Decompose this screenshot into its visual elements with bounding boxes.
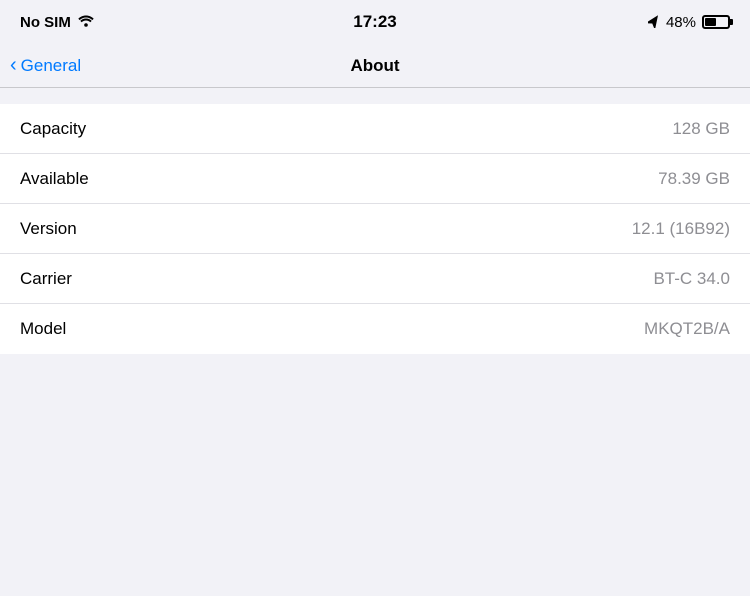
table-row: Available 78.39 GB [0, 154, 750, 204]
back-chevron-icon: ‹ [10, 55, 17, 75]
table-row: Version 12.1 (16B92) [0, 204, 750, 254]
row-label: Capacity [20, 119, 86, 139]
table-row: Carrier BT-C 34.0 [0, 254, 750, 304]
status-bar: No SIM 17:23 48% [0, 0, 750, 44]
row-label: Carrier [20, 269, 72, 289]
settings-list: Capacity 128 GB Available 78.39 GB Version 12… [0, 104, 750, 354]
location-icon [648, 14, 660, 31]
row-label: Model [20, 319, 66, 339]
nav-back-button[interactable]: ‹ General [10, 56, 81, 76]
row-value: 12.1 (16B92) [632, 219, 730, 239]
battery-fill [705, 18, 716, 26]
row-value: MKQT2B/A [644, 319, 730, 339]
row-label: Available [20, 169, 89, 189]
wifi-icon [77, 14, 95, 31]
row-value: BT-C 34.0 [653, 269, 730, 289]
nav-title: About [350, 56, 399, 76]
nav-back-label: General [21, 56, 81, 76]
status-time: 17:23 [353, 12, 396, 32]
status-right: 48% [648, 14, 730, 31]
battery-icon [702, 15, 730, 29]
row-label: Version [20, 219, 77, 239]
row-value: 78.39 GB [658, 169, 730, 189]
row-value: 128 GB [672, 119, 730, 139]
signal-label: No SIM [20, 14, 71, 31]
table-row: Model MKQT2B/A [0, 304, 750, 354]
table-row: Capacity 128 GB [0, 104, 750, 154]
nav-bar: ‹ General About [0, 44, 750, 88]
status-left: No SIM [20, 14, 95, 31]
battery-percent: 48% [666, 14, 696, 31]
